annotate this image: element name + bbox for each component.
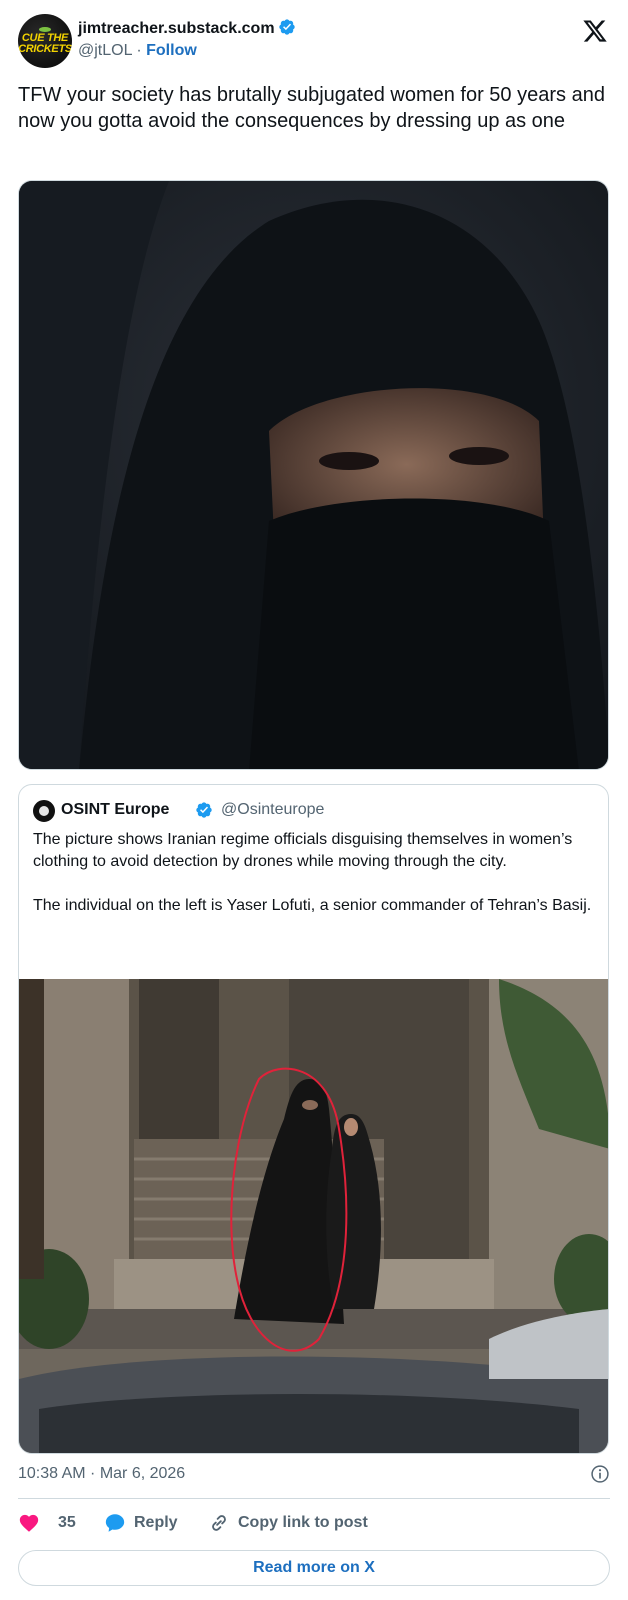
- verified-badge-icon: [196, 802, 212, 818]
- link-icon: [212, 1515, 226, 1531]
- tweet-meta: 10:38 AM · Mar 6, 2026: [18, 1462, 610, 1486]
- copy-link-label: Copy link to post: [238, 1514, 368, 1531]
- reply-button[interactable]: Reply: [104, 1510, 178, 1536]
- like-count: 35: [58, 1514, 76, 1531]
- tweet-actions: 35 Reply Copy link to post: [18, 1510, 610, 1538]
- author-name[interactable]: jimtreacher.substack.com: [78, 20, 275, 37]
- heart-icon: [19, 1514, 39, 1532]
- info-icon[interactable]: [590, 1464, 610, 1484]
- quoted-tweet-text: The picture shows Iranian regime officia…: [33, 829, 593, 939]
- quoted-author-avatar: [33, 800, 55, 822]
- follow-link[interactable]: Follow: [146, 42, 197, 59]
- divider: [18, 1498, 610, 1499]
- tweet-photo[interactable]: [18, 180, 609, 770]
- tweet-header: CUE THE CRICKETS jimtreacher.substack.co…: [18, 14, 610, 70]
- x-logo-icon[interactable]: [582, 18, 608, 44]
- avatar-logo-bottom: CRICKETS: [18, 43, 72, 55]
- author-name-row[interactable]: jimtreacher.substack.com: [78, 18, 296, 38]
- quoted-paragraph: The individual on the left is Yaser Lofu…: [33, 897, 592, 914]
- reply-label: Reply: [134, 1514, 178, 1531]
- quoted-paragraph: The picture shows Iranian regime officia…: [33, 831, 573, 870]
- quoted-author-handle: @Osinteurope: [221, 801, 325, 818]
- like-button[interactable]: 35: [18, 1510, 76, 1536]
- quoted-author-name: OSINT Europe: [61, 801, 170, 818]
- author-sub-row: @jtLOL · Follow: [78, 42, 197, 60]
- quoted-tweet-photo[interactable]: [19, 979, 608, 1453]
- author-handle[interactable]: @jtLOL: [78, 42, 132, 59]
- author-avatar[interactable]: CUE THE CRICKETS: [18, 14, 72, 68]
- quoted-tweet[interactable]: OSINT Europe @Osinteurope The picture sh…: [18, 784, 609, 1454]
- copy-link-button[interactable]: Copy link to post: [208, 1510, 368, 1536]
- read-more-button[interactable]: Read more on X: [18, 1550, 610, 1586]
- verified-badge-icon: [278, 19, 295, 35]
- timestamp-link[interactable]: 10:38 AM · Mar 6, 2026: [18, 1465, 185, 1483]
- tweet-text: TFW your society has brutally subjugated…: [18, 84, 605, 132]
- reply-bubble-icon: [105, 1514, 125, 1532]
- separator: ·: [136, 42, 142, 59]
